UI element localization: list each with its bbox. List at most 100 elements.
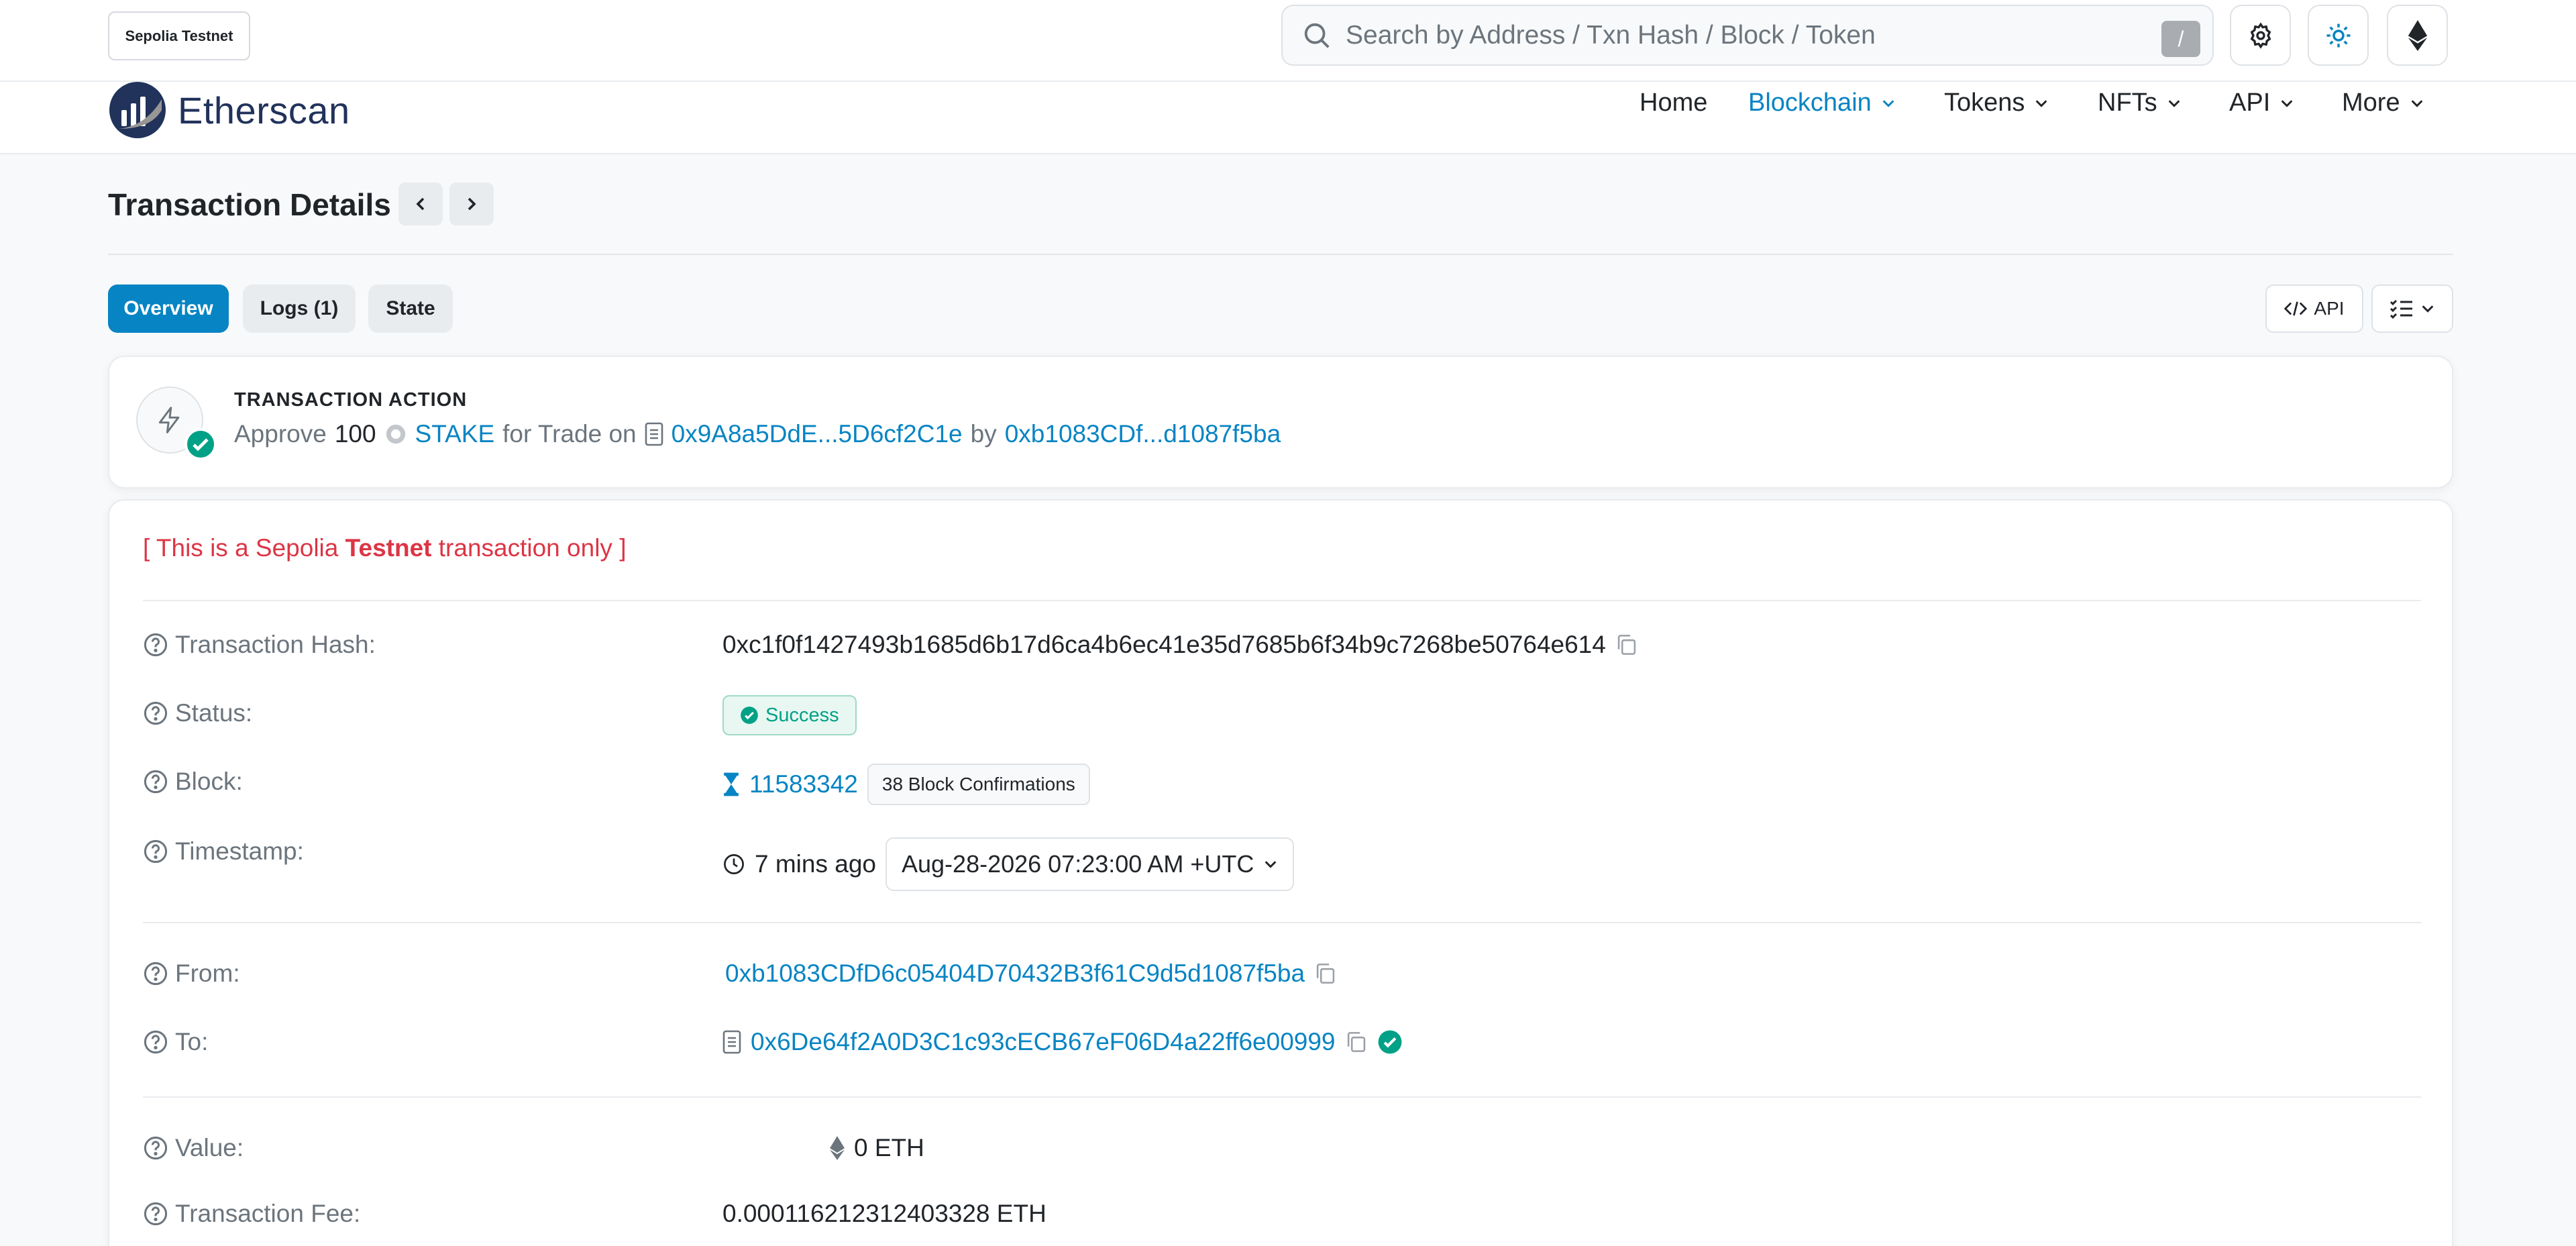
question-circle-icon[interactable]: [143, 961, 168, 986]
chevron-down-icon: [1882, 99, 1894, 107]
search-input[interactable]: Search by Address / Txn Hash / Block / T…: [1346, 21, 1876, 50]
copy-icon[interactable]: [1345, 1031, 1368, 1053]
contract-link[interactable]: 0x9A8a5DdE...5D6cf2C1e: [672, 420, 963, 448]
section-divider: [143, 1096, 2421, 1098]
settings-button[interactable]: [2230, 5, 2291, 66]
to-label-text: To:: [175, 1028, 209, 1055]
chevron-down-icon: [2168, 99, 2180, 107]
timestamp-label: Timestamp:: [143, 837, 304, 866]
next-transaction-button[interactable]: [449, 183, 494, 225]
value-label-text: Value:: [175, 1134, 244, 1161]
action-amount: 100: [334, 420, 376, 448]
copy-icon[interactable]: [1615, 633, 1638, 656]
navigation-bar: [0, 82, 2576, 154]
check-circle-icon: [741, 707, 758, 724]
token-link[interactable]: STAKE: [415, 420, 495, 448]
page-title: Transaction Details: [108, 187, 391, 222]
tab-state[interactable]: State: [368, 284, 453, 333]
testnet-warning-prefix: [ This is a Sepolia: [143, 534, 345, 562]
chevron-down-icon: [2036, 99, 2047, 107]
timestamp-value: 7 mins ago Aug-28-2026 07:23:00 AM +UTC: [722, 837, 1295, 891]
question-circle-icon[interactable]: [143, 769, 168, 794]
action-by: by: [970, 420, 997, 448]
transaction-action-heading: TRANSACTION ACTION: [234, 389, 468, 411]
question-circle-icon[interactable]: [143, 839, 168, 864]
contract-icon: [645, 422, 663, 446]
timestamp-format-dropdown[interactable]: Aug-28-2026 07:23:00 AM +UTC: [885, 837, 1295, 891]
question-circle-icon[interactable]: [143, 1201, 168, 1227]
contract-icon: [722, 1030, 741, 1054]
list-check-icon: [2390, 299, 2412, 319]
previous-transaction-button[interactable]: [398, 183, 443, 225]
tab-overview[interactable]: Overview: [108, 284, 229, 333]
status-label: Status:: [143, 699, 252, 727]
block-value: 11583342 38 Block Confirmations: [722, 764, 1090, 805]
search-bar[interactable]: Search by Address / Txn Hash / Block / T…: [1281, 5, 2214, 66]
from-address-link[interactable]: 0xb1083CDfD6c05404D70432B3f61C9d5d1087f5…: [725, 959, 1305, 988]
nav-home-label: Home: [1640, 89, 1708, 117]
network-switch-button[interactable]: [2387, 5, 2448, 66]
sun-icon: [2326, 23, 2350, 47]
etherscan-logo-icon: [109, 82, 166, 138]
ethereum-icon: [2408, 19, 2427, 51]
block-label-text: Block:: [175, 768, 243, 795]
code-icon: [2284, 301, 2308, 316]
value-label: Value:: [143, 1134, 244, 1162]
to-address-link[interactable]: 0x6De64f2A0D3C1c93cECB67eF06D4a22ff6e009…: [751, 1028, 1336, 1056]
question-circle-icon[interactable]: [143, 700, 168, 726]
nav-blockchain[interactable]: Blockchain: [1748, 89, 1896, 117]
clock-icon: [724, 854, 744, 874]
transaction-hash-label: Transaction Hash:: [143, 631, 376, 659]
search-shortcut-key: /: [2161, 21, 2200, 57]
token-icon: [386, 424, 405, 444]
value-amount-text: 0 ETH: [854, 1134, 924, 1161]
action-for-trade-on: for Trade on: [502, 420, 637, 448]
api-button-label: API: [2314, 298, 2345, 319]
status-label-text: Status:: [175, 699, 253, 727]
action-verb: Approve: [234, 420, 327, 448]
copy-icon[interactable]: [1314, 962, 1337, 985]
from-label: From:: [143, 959, 240, 988]
block-confirmations-badge: 38 Block Confirmations: [867, 764, 1090, 805]
to-label: To:: [143, 1028, 208, 1056]
nav-api[interactable]: API: [2229, 89, 2294, 117]
api-button[interactable]: API: [2265, 284, 2363, 333]
nav-home[interactable]: Home: [1640, 89, 1707, 117]
search-icon: [1304, 23, 1330, 48]
nav-tokens[interactable]: Tokens: [1944, 89, 2049, 117]
testnet-warning: [ This is a Sepolia Testnet transaction …: [143, 534, 626, 562]
section-divider: [143, 600, 2421, 601]
nav-more-label: More: [2342, 89, 2400, 117]
theme-toggle-button[interactable]: [2308, 5, 2369, 66]
sender-link[interactable]: 0xb1083CDf...d1087f5ba: [1005, 420, 1281, 448]
status-value: Success: [722, 695, 857, 735]
testnet-warning-bold: Testnet: [345, 534, 432, 562]
question-circle-icon[interactable]: [143, 632, 168, 658]
from-value: 0xb1083CDfD6c05404D70432B3f61C9d5d1087f5…: [725, 959, 1337, 988]
title-divider: [108, 254, 2453, 255]
timestamp-ago: 7 mins ago: [755, 850, 876, 878]
chevron-down-icon: [2411, 99, 2422, 107]
timestamp-date: Aug-28-2026 07:23:00 AM +UTC: [902, 850, 1254, 878]
network-badge[interactable]: Sepolia Testnet: [108, 11, 250, 60]
from-label-text: From:: [175, 959, 240, 987]
transaction-hash-text: 0xc1f0f1427493b1685d6b17d6ca4b6ec41e35d7…: [722, 631, 1606, 658]
question-circle-icon[interactable]: [143, 1135, 168, 1161]
chevron-down-icon: [2422, 305, 2434, 313]
view-options-button[interactable]: [2371, 284, 2453, 333]
block-number-link[interactable]: 11583342: [749, 770, 858, 798]
tab-logs[interactable]: Logs (1): [243, 284, 356, 333]
nav-more[interactable]: More: [2342, 89, 2424, 117]
testnet-warning-suffix: transaction only ]: [431, 534, 627, 562]
transaction-action-summary: Approve 100 STAKE for Trade on 0x9A8a5Dd…: [234, 420, 1281, 448]
gear-icon: [2250, 21, 2271, 49]
etherscan-logo[interactable]: Etherscan: [108, 81, 350, 140]
status-badge: Success: [722, 695, 857, 735]
brand-name: Etherscan: [178, 89, 350, 132]
question-circle-icon[interactable]: [143, 1029, 168, 1055]
transaction-fee-value: 0.000116212312403328 ETH: [722, 1200, 1046, 1227]
value-amount: 0 ETH: [830, 1134, 924, 1162]
nav-nfts[interactable]: NFTs: [2098, 89, 2182, 117]
section-divider: [143, 922, 2421, 923]
transaction-details-card: [ This is a Sepolia Testnet transaction …: [108, 499, 2453, 1246]
